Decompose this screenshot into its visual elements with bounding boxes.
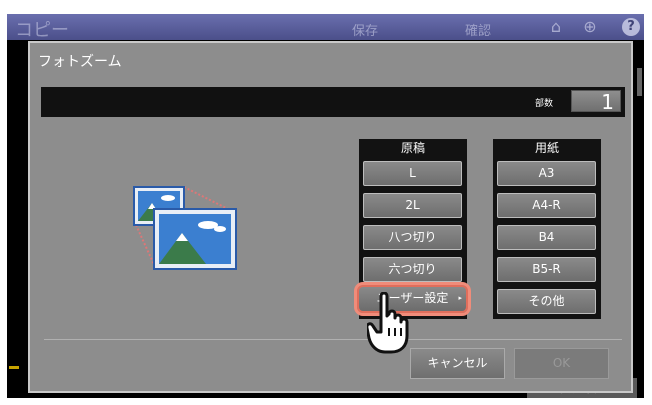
paper-a4r-button[interactable]: A4-R [497, 193, 596, 218]
tab-save[interactable]: 保存 [352, 20, 378, 39]
indicator-bar [9, 366, 19, 369]
original-mutsugiri-button[interactable]: 六つ切り [363, 257, 462, 282]
side-tab [637, 68, 642, 96]
paper-other-button[interactable]: その他 [497, 289, 596, 314]
original-yatsugiri-button[interactable]: 八つ切り [363, 225, 462, 250]
tab-confirm[interactable]: 確認 [465, 20, 491, 39]
arrow-icon: ▸ [458, 294, 462, 302]
copies-bar: 部数 1 [41, 87, 625, 117]
divider [44, 339, 622, 340]
globe-icon[interactable]: ⊕ [581, 18, 599, 36]
app-title: コピー [15, 20, 69, 41]
original-l-button[interactable]: L [363, 161, 462, 186]
original-2l-button[interactable]: 2L [363, 193, 462, 218]
paper-b5r-button[interactable]: B5-R [497, 257, 596, 282]
photo-zoom-icon [130, 183, 240, 277]
cancel-button[interactable]: キャンセル [410, 348, 505, 379]
screen: コピー 保存 確認 ⌂ ⊕ ? 状況確認 フォトズーム 部数 1 [7, 14, 644, 398]
copies-label: 部数 [535, 99, 554, 109]
paper-header: 用紙 [534, 141, 559, 155]
paper-panel: 用紙 A3 A4-R B4 B5-R その他 [493, 139, 601, 319]
help-icon[interactable]: ? [622, 18, 640, 36]
home-icon[interactable]: ⌂ [547, 18, 565, 36]
photo-zoom-dialog: フォトズーム 部数 1 原稿 L 2L 八つ切り 六つ切り ユーザー設定 ▸ 用… [28, 41, 633, 393]
original-header: 原稿 [400, 141, 425, 155]
pointing-hand-icon [365, 291, 411, 358]
paper-b4-button[interactable]: B4 [497, 225, 596, 250]
top-bar: コピー 保存 確認 ⌂ ⊕ ? [7, 14, 644, 41]
dialog-title: フォトズーム [38, 54, 122, 70]
ok-button[interactable]: OK [514, 348, 609, 379]
copies-value[interactable]: 1 [571, 90, 621, 113]
paper-a3-button[interactable]: A3 [497, 161, 596, 186]
